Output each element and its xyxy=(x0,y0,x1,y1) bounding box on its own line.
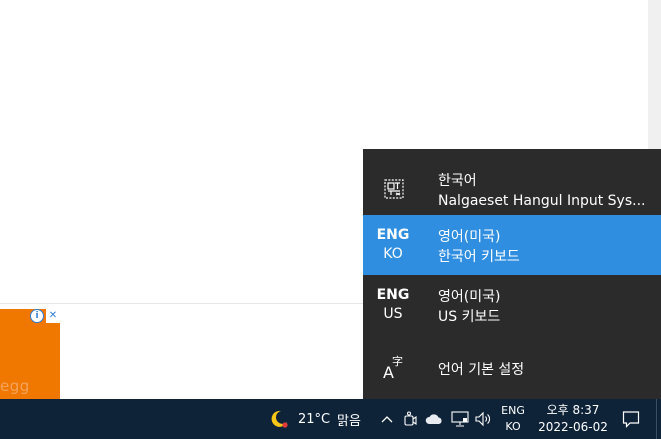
meet-now-icon[interactable] xyxy=(402,399,418,439)
volume-icon[interactable] xyxy=(474,399,492,439)
ime-item-korean-nalgaeset[interactable]: 한국어 Nalgaeset Hangul Input Sys... xyxy=(363,159,661,219)
ime-item-texts: 영어(미국) 한국어 키보드 xyxy=(438,227,653,267)
lang-bottom: KO xyxy=(505,420,521,433)
ime-short-bottom: KO xyxy=(383,246,403,262)
weather-condition[interactable]: 맑음 xyxy=(337,399,361,439)
ime-item-texts: 한국어 Nalgaeset Hangul Input Sys... xyxy=(438,171,653,211)
language-preferences-label: 언어 기본 설정 xyxy=(438,362,525,378)
content-divider xyxy=(0,303,363,304)
notification-icon[interactable] xyxy=(620,399,642,439)
input-language-indicator[interactable]: ENG KO xyxy=(496,399,530,439)
chevron-up-icon[interactable] xyxy=(380,399,394,439)
ime-item-subtitle: US 키보드 xyxy=(438,309,501,325)
hangul-ime-icon xyxy=(384,179,404,199)
lang-top: ENG xyxy=(501,404,525,417)
ad-brand-text: egg xyxy=(0,377,30,395)
ime-short-code: ENG KO xyxy=(363,215,423,262)
ime-item-name: 영어(미국) xyxy=(438,289,501,305)
ad-close-icon[interactable]: ✕ xyxy=(46,309,60,323)
ime-short-top: ENG xyxy=(376,227,410,243)
language-settings-icon: A 字 xyxy=(383,355,403,382)
scrollbar-track[interactable] xyxy=(648,0,661,150)
ime-item-english-korean-keyboard[interactable]: ENG KO 영어(미국) 한국어 키보드 xyxy=(363,215,661,275)
clock-date: 2022-06-02 xyxy=(538,420,608,434)
clock-time: 오후 8:37 xyxy=(546,403,600,417)
ime-short-code: ENG US xyxy=(363,275,423,322)
taskbar-clock[interactable]: 오후 8:37 2022-06-02 xyxy=(534,399,612,439)
ad-info-icon[interactable]: i xyxy=(30,309,44,323)
network-icon[interactable] xyxy=(451,399,469,439)
ime-short-top: ENG xyxy=(376,287,410,303)
ime-item-name: 영어(미국) xyxy=(438,229,501,245)
ime-item-subtitle: Nalgaeset Hangul Input Sys... xyxy=(438,193,646,209)
moon-icon[interactable] xyxy=(268,399,290,439)
language-preferences-link[interactable]: A 字 언어 기본 설정 xyxy=(363,339,661,399)
ime-item-texts: 영어(미국) US 키보드 xyxy=(438,287,653,327)
weather-temperature[interactable]: 21°C xyxy=(298,399,330,439)
ad-controls: i ✕ xyxy=(30,309,60,323)
ime-short-bottom: US xyxy=(383,306,403,322)
input-method-flyout: 한국어 Nalgaeset Hangul Input Sys... ENG KO… xyxy=(363,149,661,399)
taskbar: 21°C 맑음 ENG KO 오후 8:37 2022-06-02 xyxy=(0,399,661,439)
advertisement-banner[interactable]: i ✕ egg xyxy=(0,309,60,399)
show-desktop-button[interactable] xyxy=(656,399,657,439)
ime-item-subtitle: 한국어 키보드 xyxy=(438,249,520,265)
ime-item-name: 한국어 xyxy=(438,173,477,189)
onedrive-cloud-icon[interactable] xyxy=(425,399,443,439)
ime-item-english-us-keyboard[interactable]: ENG US 영어(미국) US 키보드 xyxy=(363,275,661,335)
